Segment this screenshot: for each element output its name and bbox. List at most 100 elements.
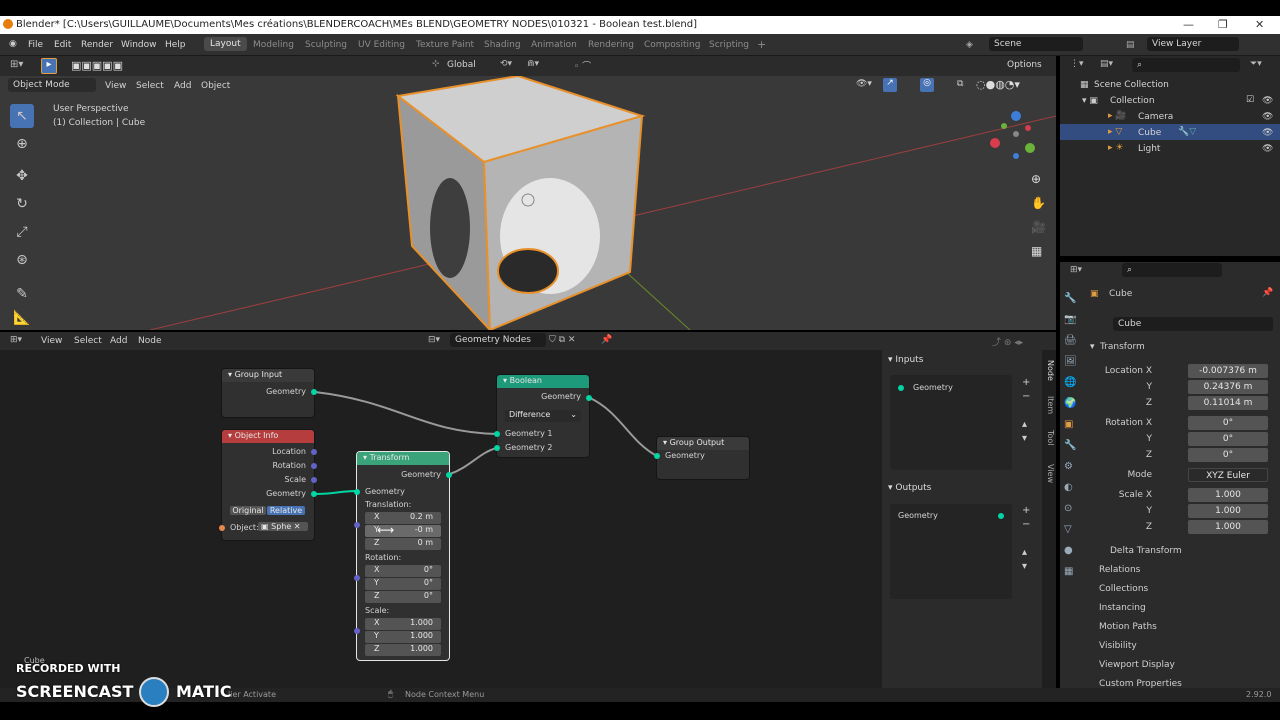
location-x-field[interactable]: -0.007376 m <box>1188 364 1268 378</box>
input-socket-geometry[interactable] <box>654 453 660 459</box>
maximize-icon[interactable]: ❐ <box>1218 18 1228 31</box>
section-delta-transform[interactable]: Delta Transform <box>1110 546 1182 556</box>
tab-sculpting[interactable]: Sculpting <box>305 40 347 50</box>
scale-z-field[interactable]: Z 1.000 <box>365 644 441 656</box>
operation-select[interactable]: Difference ⌄ <box>505 410 581 422</box>
menu-help[interactable]: Help <box>165 40 186 50</box>
tab-view[interactable]: View <box>1043 464 1055 483</box>
view-layer-selector[interactable]: View Layer <box>1147 37 1239 51</box>
section-visibility[interactable]: Visibility <box>1099 641 1137 651</box>
tab-modeling[interactable]: Modeling <box>253 40 294 50</box>
eye-icon[interactable]: 👁 <box>1262 112 1273 122</box>
select-tool-icon[interactable]: ▸ <box>41 58 57 74</box>
menu-object[interactable]: Object <box>201 81 230 91</box>
tab-uv-editing[interactable]: UV Editing <box>358 40 405 50</box>
orientation-selector[interactable]: Global <box>447 60 476 70</box>
input-socket-object[interactable] <box>219 525 225 531</box>
tab-layout[interactable]: Layout <box>204 37 247 51</box>
scene-icon[interactable]: ◈ <box>966 40 973 50</box>
tab-tool[interactable]: Tool <box>1043 430 1055 446</box>
outliner-row-light[interactable]: ▸ ☀ Light <box>1060 140 1280 156</box>
mode-selector[interactable]: Object Mode <box>8 78 96 92</box>
measure-tool-icon[interactable]: 📐 <box>10 306 34 330</box>
zoom-icon[interactable]: ⊕ <box>1031 172 1041 186</box>
node-boolean[interactable]: ▾ Boolean Geometry Difference ⌄ Geometry … <box>494 375 592 457</box>
relative-toggle[interactable]: Relative <box>267 506 305 515</box>
section-relations[interactable]: Relations <box>1099 565 1140 575</box>
output-socket-geometry[interactable] <box>311 389 317 395</box>
scale-x-field[interactable]: X 1.000 <box>365 618 441 630</box>
properties-editor-icon[interactable]: ⊞▾ <box>1070 265 1082 275</box>
shading-modes-icons[interactable]: ◌●◍◔▾ <box>976 78 1020 91</box>
cursor-tool-icon[interactable]: ⊕ <box>10 132 34 156</box>
selection-mode-icons[interactable]: ▣▣▣▣▣ <box>71 59 123 72</box>
outliner-scene-collection[interactable]: Scene Collection <box>1094 80 1169 90</box>
input-socket-rotation[interactable] <box>354 575 360 581</box>
scene-selector[interactable]: Scene <box>989 37 1083 51</box>
tab-compositing[interactable]: Compositing <box>644 40 700 50</box>
scale-y-field[interactable]: Y 1.000 <box>365 631 441 643</box>
tab-rendering[interactable]: Rendering <box>588 40 634 50</box>
section-viewport-display[interactable]: Viewport Display <box>1099 660 1175 670</box>
tab-texture-paint[interactable]: Texture Paint <box>416 40 474 50</box>
menu-add[interactable]: Add <box>174 81 191 91</box>
snap-icon[interactable]: ⋒▾ <box>527 59 539 69</box>
checkbox-icon[interactable]: ☑ <box>1246 95 1254 105</box>
input-socket-geometry[interactable] <box>354 489 360 495</box>
gizmo-toggle-icon[interactable]: ↗ <box>883 78 897 92</box>
node-group-input[interactable]: ▾ Group Input Geometry <box>222 369 317 417</box>
section-instancing[interactable]: Instancing <box>1099 603 1146 613</box>
outliner-row-cube[interactable]: ▸ ▽ Cube 🔧▽ <box>1060 124 1280 140</box>
rotation-z-field[interactable]: 0° <box>1188 448 1268 462</box>
annotate-tool-icon[interactable]: ✎ <box>10 282 34 306</box>
output-socket-location[interactable] <box>311 449 317 455</box>
menu-edit[interactable]: Edit <box>54 40 71 50</box>
rotation-z-field[interactable]: Z 0° <box>365 591 441 603</box>
node-editor[interactable]: ⊞▾ View Select Add Node ⊟▾ Geometry Node… <box>0 332 1056 688</box>
menu-view[interactable]: View <box>105 81 126 91</box>
scale-x-field[interactable]: 1.000 <box>1188 488 1268 502</box>
tab-node[interactable]: Node <box>1043 360 1055 381</box>
visibility-icon[interactable]: 👁▾ <box>856 79 872 89</box>
add-workspace-button[interactable]: + <box>757 38 766 51</box>
xray-icon[interactable]: ⧉ <box>957 79 963 89</box>
tab-shading[interactable]: Shading <box>484 40 521 50</box>
rotation-mode-select[interactable]: XYZ Euler <box>1188 468 1268 482</box>
output-socket-scale[interactable] <box>311 477 317 483</box>
select-box-tool-icon[interactable]: ↖ <box>10 104 34 128</box>
output-socket-geometry[interactable] <box>586 395 592 401</box>
pin-icon[interactable]: 📌 <box>1262 288 1273 298</box>
node-object-info[interactable]: ▾ Object Info Location Rotation Scale Ge… <box>219 430 317 540</box>
output-socket-geometry[interactable] <box>311 491 317 497</box>
tab-item[interactable]: Item <box>1043 396 1055 414</box>
scale-z-field[interactable]: 1.000 <box>1188 520 1268 534</box>
display-mode-icon[interactable]: ▤▾ <box>1100 59 1113 69</box>
eye-icon[interactable]: 👁 <box>1262 128 1273 138</box>
view-layer-icon[interactable]: ▤ <box>1126 40 1135 50</box>
properties-search-input[interactable]: ⌕ <box>1122 263 1222 277</box>
menu-file[interactable]: File <box>28 40 43 50</box>
input-socket-geometry-1[interactable] <box>494 431 500 437</box>
outputs-header[interactable]: ▾ Outputs <box>888 483 931 493</box>
input-socket-geometry-2[interactable] <box>494 445 500 451</box>
input-list-controls[interactable]: + − ▴ ▾ <box>1022 376 1030 446</box>
editor-type-icon[interactable]: ⊞▾ <box>10 59 23 70</box>
close-icon[interactable]: ✕ <box>1255 18 1264 31</box>
location-y-field[interactable]: 0.24376 m <box>1188 380 1268 394</box>
menu-render[interactable]: Render <box>81 40 113 50</box>
rotation-y-field[interactable]: Y 0° <box>365 578 441 590</box>
input-socket-translation[interactable] <box>354 522 360 528</box>
menu-window[interactable]: Window <box>121 40 157 50</box>
transform-tool-icon[interactable]: ⊛ <box>10 248 34 272</box>
output-socket-geometry[interactable] <box>446 472 452 478</box>
rotate-tool-icon[interactable]: ↻ <box>10 192 34 216</box>
section-collections[interactable]: Collections <box>1099 584 1148 594</box>
navigation-gizmo[interactable] <box>988 108 1048 168</box>
scale-y-field[interactable]: 1.000 <box>1188 504 1268 518</box>
blender-menu-icon[interactable]: ◉ <box>9 39 17 49</box>
pan-hand-icon[interactable]: ✋ <box>1031 196 1046 210</box>
ortho-grid-icon[interactable]: ▦ <box>1031 244 1042 258</box>
original-toggle[interactable]: Original <box>230 506 266 515</box>
camera-view-icon[interactable]: 🎥 <box>1031 220 1046 234</box>
scale-tool-icon[interactable]: ⤢ <box>10 220 34 244</box>
